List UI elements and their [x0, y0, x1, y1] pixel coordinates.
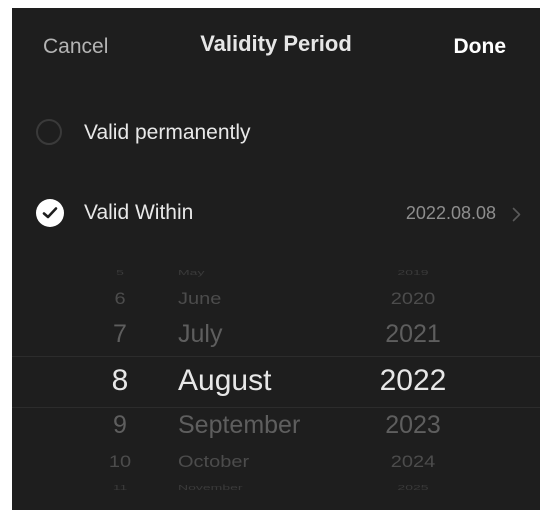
- day-option[interactable]: 6: [90, 290, 150, 310]
- chevron-right-icon[interactable]: [512, 207, 521, 222]
- day-option[interactable]: 7: [90, 320, 150, 349]
- year-wheel[interactable]: 2019 2020 2021 2022 2023 2024 2025: [372, 256, 454, 510]
- option-label: Valid Within: [84, 201, 194, 224]
- day-option[interactable]: 5: [90, 268, 150, 277]
- done-button[interactable]: Done: [454, 35, 507, 59]
- option-valid-permanently[interactable]: Valid permanently: [12, 105, 540, 161]
- year-option-selected[interactable]: 2022: [372, 364, 454, 398]
- month-option[interactable]: October: [178, 453, 358, 473]
- day-wheel[interactable]: 5 6 7 8 9 10 11: [90, 256, 150, 510]
- year-option[interactable]: 2021: [372, 320, 454, 349]
- month-option[interactable]: June: [178, 290, 358, 310]
- month-option[interactable]: July: [178, 320, 358, 349]
- month-option[interactable]: November: [178, 483, 358, 492]
- year-option[interactable]: 2019: [372, 268, 454, 277]
- year-option[interactable]: 2024: [372, 453, 454, 473]
- day-option[interactable]: 10: [90, 453, 150, 473]
- year-option[interactable]: 2023: [372, 411, 454, 440]
- date-picker[interactable]: 5 6 7 8 9 10 11 May June July August Sep…: [12, 256, 540, 510]
- date-value: 2022.08.08: [405, 203, 496, 223]
- radio-checked-icon[interactable]: [36, 199, 64, 227]
- checkmark-icon: [42, 207, 58, 219]
- option-valid-within[interactable]: Valid Within 2022.08.08: [12, 185, 540, 241]
- month-option[interactable]: September: [178, 411, 358, 440]
- year-option[interactable]: 2025: [372, 483, 454, 492]
- month-option[interactable]: May: [178, 268, 358, 277]
- day-option[interactable]: 9: [90, 411, 150, 440]
- option-label: Valid permanently: [84, 121, 251, 144]
- radio-unchecked-icon[interactable]: [36, 119, 62, 145]
- month-option-selected[interactable]: August: [178, 364, 358, 398]
- day-option[interactable]: 11: [90, 483, 150, 492]
- nav-bar: Cancel Validity Period Done: [12, 8, 540, 88]
- validity-period-sheet: Cancel Validity Period Done Valid perman…: [12, 8, 540, 510]
- month-wheel[interactable]: May June July August September October N…: [178, 256, 358, 510]
- year-option[interactable]: 2020: [372, 290, 454, 310]
- day-option-selected[interactable]: 8: [90, 364, 150, 398]
